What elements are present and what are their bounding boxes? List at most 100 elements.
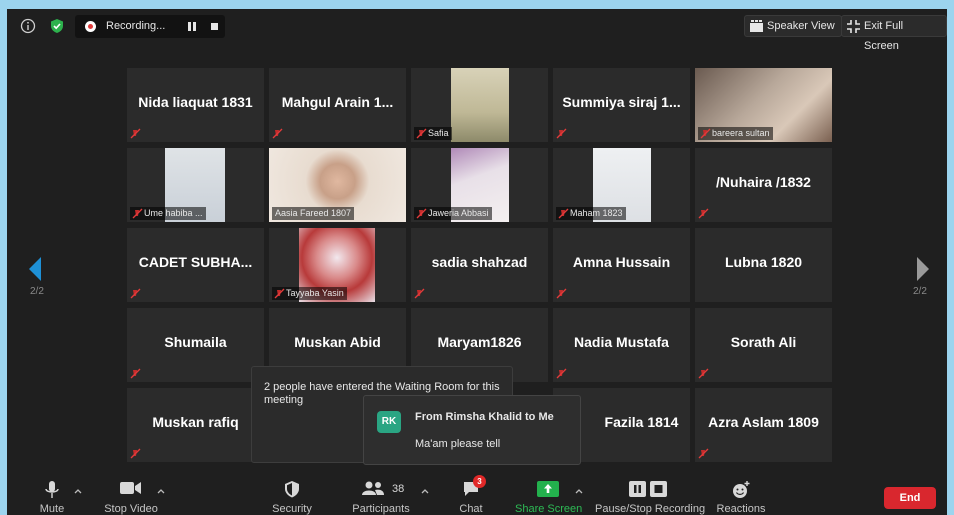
stop-video-button[interactable]: Stop Video — [103, 479, 159, 515]
share-options-chevron-icon[interactable] — [575, 487, 583, 495]
audio-options-chevron-icon[interactable] — [74, 487, 82, 495]
participant-tile[interactable]: Shumaila — [127, 308, 264, 382]
participant-name: Maham 1823 — [570, 208, 623, 218]
security-label: Security — [272, 503, 312, 515]
speaker-view-icon — [750, 20, 763, 32]
mute-label: Mute — [39, 503, 65, 515]
speaker-view-label: Speaker View — [767, 20, 835, 32]
participant-name: Maryam1826 — [437, 334, 522, 350]
participant-name: Ume habiba ... — [144, 208, 203, 218]
mic-muted-icon — [274, 288, 285, 299]
participant-tile[interactable]: Maham 1823 — [553, 148, 690, 222]
participant-name: Aasia Fareed 1807 — [275, 208, 352, 218]
participant-tile[interactable]: Amna Hussain — [553, 228, 690, 302]
chat-preview-popup[interactable]: RK From Rimsha Khalid to Me Ma'am please… — [363, 395, 581, 465]
participant-name: Lubna 1820 — [724, 254, 803, 270]
mic-muted-icon — [556, 368, 567, 379]
mic-muted-icon — [272, 128, 283, 139]
participants-label: Participants — [352, 503, 410, 515]
stop-video-label: Stop Video — [104, 503, 158, 515]
participant-label: Tayyaba Yasin — [272, 287, 347, 300]
participant-video — [451, 68, 509, 142]
chat-message: Ma'am please tell — [415, 438, 501, 450]
shield-check-icon[interactable] — [49, 18, 65, 34]
participant-tile[interactable]: Muskan rafiq — [127, 388, 264, 462]
participant-name: Mahgul Arain 1... — [281, 94, 394, 110]
security-button[interactable]: Security — [267, 479, 317, 515]
participant-name: Nadia Mustafa — [574, 334, 669, 350]
chat-button[interactable]: 3 Chat — [451, 475, 491, 515]
shield-icon — [285, 481, 299, 498]
mic-muted-icon — [698, 448, 709, 459]
stop-recording-icon[interactable] — [211, 23, 218, 30]
participant-name: bareera sultan — [712, 128, 770, 138]
participant-tile[interactable]: Azra Aslam 1809 — [695, 388, 832, 462]
participant-tile[interactable]: Jaweria Abbasi — [411, 148, 548, 222]
record-dot-icon — [85, 21, 96, 32]
participant-tile[interactable]: Mahgul Arain 1... — [269, 68, 406, 142]
speaker-view-button[interactable]: Speaker View — [744, 15, 842, 37]
participant-tile[interactable]: CADET SUBHA... — [127, 228, 264, 302]
left-page-indicator: 2/2 — [30, 286, 44, 297]
participant-name: Sorath Ali — [730, 334, 797, 350]
participant-name: Azra Aslam 1809 — [708, 414, 819, 430]
mute-button[interactable]: Mute — [27, 479, 77, 515]
recording-label: Recording... — [106, 20, 166, 32]
participant-tile[interactable]: Nadia Mustafa — [553, 308, 690, 382]
exit-full-screen-button[interactable]: Exit Full Screen — [841, 15, 947, 52]
end-meeting-button[interactable]: End — [884, 487, 936, 509]
participant-name: Shumaila — [164, 334, 227, 350]
participant-tile[interactable]: Sorath Ali — [695, 308, 832, 382]
mic-muted-icon — [698, 208, 709, 219]
participant-label: Safia — [414, 127, 452, 140]
participant-label: Aasia Fareed 1807 — [272, 207, 355, 220]
participant-name: sadia shahzad — [431, 254, 528, 270]
participants-options-chevron-icon[interactable] — [421, 487, 429, 495]
participant-label: Maham 1823 — [556, 207, 626, 220]
share-screen-icon — [537, 481, 559, 497]
right-page-indicator: 2/2 — [913, 286, 927, 297]
participant-name: /Nuhaira /1832 — [716, 174, 811, 190]
mic-muted-icon — [698, 368, 709, 379]
participant-tile[interactable]: Lubna 1820 — [695, 228, 832, 302]
chat-icon-wrap: 3 — [461, 475, 486, 499]
participant-name: Summiya siraj 1... — [562, 94, 681, 110]
reactions-icon — [733, 481, 750, 498]
mic-muted-icon — [130, 128, 141, 139]
participant-tile[interactable]: Nida liaquat 1831 — [127, 68, 264, 142]
mic-muted-icon — [132, 208, 143, 219]
participant-name: Safia — [428, 128, 449, 138]
participant-label: bareera sultan — [698, 127, 773, 140]
share-screen-button[interactable]: Share Screen — [515, 479, 582, 515]
pause-stop-recording-button[interactable]: Pause/Stop Recording — [595, 479, 706, 515]
participants-icon — [362, 481, 384, 495]
participants-button[interactable]: 38 Participants — [349, 479, 413, 515]
top-bar: Recording... Speaker View Exit Full Scre… — [7, 9, 947, 52]
reactions-button[interactable]: Reactions — [715, 479, 767, 515]
participant-name: Fazila 1814 — [604, 414, 679, 430]
pause-recording-icon[interactable] — [188, 22, 197, 31]
participant-name: Tayyaba Yasin — [286, 288, 344, 298]
mic-muted-icon — [130, 448, 141, 459]
chat-sender: From Rimsha Khalid to Me — [415, 411, 554, 423]
participant-tile[interactable]: /Nuhaira /1832 — [695, 148, 832, 222]
info-icon[interactable] — [20, 18, 36, 34]
participant-tile[interactable]: bareera sultan — [695, 68, 832, 142]
participant-name: Amna Hussain — [572, 254, 671, 270]
mic-muted-icon — [556, 288, 567, 299]
participant-tile[interactable]: Ume habiba ... — [127, 148, 264, 222]
participant-name: Muskan Abid — [294, 334, 381, 350]
participant-tile[interactable]: Tayyaba Yasin — [269, 228, 406, 302]
pause-stop-recording-icon — [629, 481, 667, 497]
participant-name: Nida liaquat 1831 — [138, 94, 253, 110]
participant-name: Muskan rafiq — [152, 414, 239, 430]
participant-tile[interactable]: Safia — [411, 68, 548, 142]
participant-tile[interactable]: sadia shahzad — [411, 228, 548, 302]
chat-unread-badge: 3 — [473, 475, 486, 488]
video-options-chevron-icon[interactable] — [157, 487, 165, 495]
pause-stop-recording-label: Pause/Stop Recording — [595, 503, 706, 515]
zoom-meeting-window: Recording... Speaker View Exit Full Scre… — [7, 9, 947, 515]
reactions-label: Reactions — [716, 503, 766, 515]
participant-tile[interactable]: Summiya siraj 1... — [553, 68, 690, 142]
participant-tile[interactable]: Aasia Fareed 1807 — [269, 148, 406, 222]
